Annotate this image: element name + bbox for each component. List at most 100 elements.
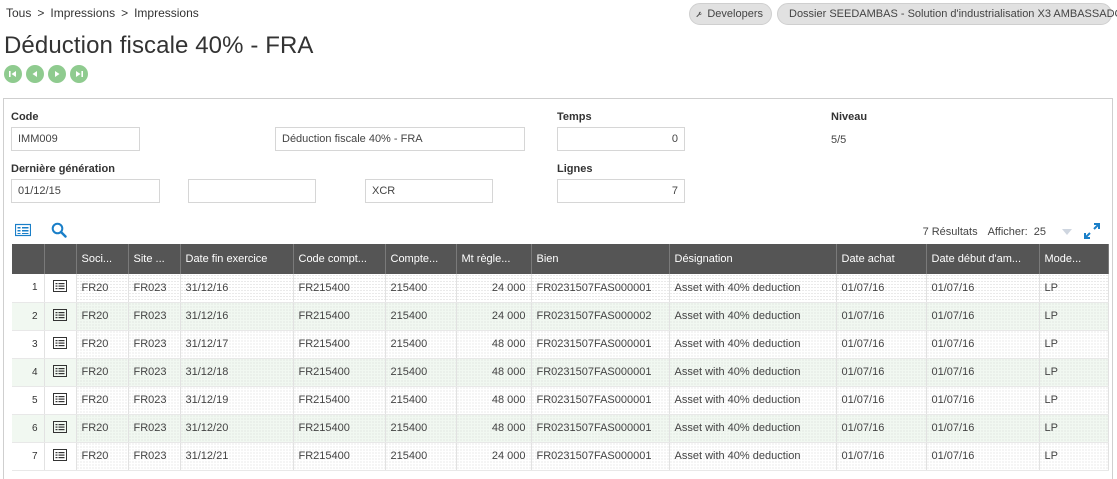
column-header-mt-reglement[interactable]: Mt règle... [456, 244, 532, 274]
cell-mt[interactable]: 48 000 [456, 386, 532, 415]
cell-bien[interactable]: FR0231507FAS000001 [531, 414, 670, 443]
cell-date-achat[interactable]: 01/07/16 [836, 442, 927, 471]
cell-date-achat[interactable]: 01/07/16 [836, 414, 927, 443]
cell-site[interactable]: FR023 [128, 302, 181, 331]
column-header-societe[interactable]: Soci... [76, 244, 129, 274]
cell-site[interactable]: FR023 [128, 330, 181, 359]
first-record-icon[interactable] [4, 65, 22, 83]
cell-soc[interactable]: FR20 [76, 442, 129, 471]
lignes-field[interactable]: 7 [557, 179, 685, 203]
cell-date-debut[interactable]: 01/07/16 [926, 386, 1040, 415]
cell-designation[interactable]: Asset with 40% deduction [669, 386, 837, 415]
next-record-icon[interactable] [48, 65, 66, 83]
column-header-code-comptable[interactable]: Code compt... [293, 244, 386, 274]
cell-code-compta[interactable]: FR215400 [293, 330, 386, 359]
cell-site[interactable]: FR023 [128, 414, 181, 443]
cell-date-debut[interactable]: 01/07/16 [926, 442, 1040, 471]
cell-designation[interactable]: Asset with 40% deduction [669, 358, 837, 387]
cell-code-compta[interactable]: FR215400 [293, 442, 386, 471]
cell-date-achat[interactable]: 01/07/16 [836, 302, 927, 331]
cell-bien[interactable]: FR0231507FAS000001 [531, 386, 670, 415]
cell-mt[interactable]: 24 000 [456, 442, 532, 471]
code-description-field[interactable]: Déduction fiscale 40% - FRA [275, 127, 525, 151]
user-field[interactable]: XCR [365, 179, 493, 203]
cell-soc[interactable]: FR20 [76, 330, 129, 359]
column-header-mode[interactable]: Mode... [1039, 244, 1109, 274]
derniere-generation-time-field[interactable] [188, 179, 316, 203]
column-header-compte[interactable]: Compte... [385, 244, 457, 274]
chevron-down-icon[interactable] [1062, 226, 1072, 238]
cell-date-fin[interactable]: 31/12/18 [180, 358, 294, 387]
temps-field[interactable]: 0 [557, 127, 685, 151]
row-detail-icon[interactable] [44, 274, 77, 303]
cell-site[interactable]: FR023 [128, 274, 181, 303]
row-detail-icon[interactable] [44, 414, 77, 443]
row-detail-icon[interactable] [44, 330, 77, 359]
cell-code-compta[interactable]: FR215400 [293, 358, 386, 387]
cell-mt[interactable]: 24 000 [456, 302, 532, 331]
cell-date-fin[interactable]: 31/12/17 [180, 330, 294, 359]
cell-mode[interactable]: LP [1039, 442, 1109, 471]
cell-mode[interactable]: LP [1039, 302, 1109, 331]
cell-mt[interactable]: 24 000 [456, 274, 532, 303]
table-row[interactable]: 3 FR20 FR023 31/12/17 FR215400 215400 48 000 FR… [12, 330, 1109, 359]
cell-mode[interactable]: LP [1039, 414, 1109, 443]
cell-compte[interactable]: 215400 [385, 386, 457, 415]
cell-date-achat[interactable]: 01/07/16 [836, 358, 927, 387]
cell-mt[interactable]: 48 000 [456, 330, 532, 359]
cell-bien[interactable]: FR0231507FAS000001 [531, 442, 670, 471]
column-header-site[interactable]: Site ... [128, 244, 181, 274]
cell-code-compta[interactable]: FR215400 [293, 386, 386, 415]
cell-mode[interactable]: LP [1039, 358, 1109, 387]
cell-date-fin[interactable]: 31/12/16 [180, 302, 294, 331]
table-row[interactable]: 5 FR20 FR023 31/12/19 FR215400 215400 48 000 FR… [12, 386, 1109, 415]
cell-site[interactable]: FR023 [128, 386, 181, 415]
search-icon[interactable] [51, 222, 67, 241]
row-detail-icon[interactable] [44, 386, 77, 415]
cell-soc[interactable]: FR20 [76, 302, 129, 331]
cell-compte[interactable]: 215400 [385, 330, 457, 359]
afficher-select[interactable]: 25 [1034, 226, 1046, 238]
cell-designation[interactable]: Asset with 40% deduction [669, 302, 837, 331]
cell-code-compta[interactable]: FR215400 [293, 414, 386, 443]
column-header-designation[interactable]: Désignation [669, 244, 837, 274]
table-row[interactable]: 1 FR20 FR023 31/12/16 FR215400 215400 24 000 FR… [12, 274, 1109, 303]
cell-site[interactable]: FR023 [128, 442, 181, 471]
cell-compte[interactable]: 215400 [385, 358, 457, 387]
cell-date-fin[interactable]: 31/12/19 [180, 386, 294, 415]
cell-date-debut[interactable]: 01/07/16 [926, 274, 1040, 303]
cell-soc[interactable]: FR20 [76, 358, 129, 387]
column-header-date-achat[interactable]: Date achat [836, 244, 927, 274]
row-detail-icon[interactable] [44, 442, 77, 471]
cell-bien[interactable]: FR0231507FAS000001 [531, 330, 670, 359]
column-header-date-fin-exercice[interactable]: Date fin exercice [180, 244, 294, 274]
cell-compte[interactable]: 215400 [385, 302, 457, 331]
cell-bien[interactable]: FR0231507FAS000002 [531, 302, 670, 331]
last-record-icon[interactable] [70, 65, 88, 83]
breadcrumb-item-impressions[interactable]: Impressions [50, 6, 115, 20]
cell-compte[interactable]: 215400 [385, 442, 457, 471]
cell-date-debut[interactable]: 01/07/16 [926, 358, 1040, 387]
table-row[interactable]: 2 FR20 FR023 31/12/16 FR215400 215400 24 000 FR… [12, 302, 1109, 331]
cell-designation[interactable]: Asset with 40% deduction [669, 414, 837, 443]
cell-bien[interactable]: FR0231507FAS000001 [531, 358, 670, 387]
cell-code-compta[interactable]: FR215400 [293, 274, 386, 303]
cell-date-achat[interactable]: 01/07/16 [836, 330, 927, 359]
cell-compte[interactable]: 215400 [385, 274, 457, 303]
code-field[interactable]: IMM009 [11, 127, 140, 151]
table-row[interactable]: 6 FR20 FR023 31/12/20 FR215400 215400 48 000 FR… [12, 414, 1109, 443]
cell-mode[interactable]: LP [1039, 386, 1109, 415]
cell-compte[interactable]: 215400 [385, 414, 457, 443]
cell-date-debut[interactable]: 01/07/16 [926, 330, 1040, 359]
cell-designation[interactable]: Asset with 40% deduction [669, 330, 837, 359]
cell-date-achat[interactable]: 01/07/16 [836, 274, 927, 303]
cell-date-fin[interactable]: 31/12/16 [180, 274, 294, 303]
cell-bien[interactable]: FR0231507FAS000001 [531, 274, 670, 303]
previous-record-icon[interactable] [26, 65, 44, 83]
cell-soc[interactable]: FR20 [76, 386, 129, 415]
cell-date-fin[interactable]: 31/12/21 [180, 442, 294, 471]
developers-button[interactable]: Developers [689, 3, 772, 25]
cell-date-debut[interactable]: 01/07/16 [926, 302, 1040, 331]
column-header-bien[interactable]: Bien [531, 244, 670, 274]
table-row[interactable]: 4 FR20 FR023 31/12/18 FR215400 215400 48 000 FR… [12, 358, 1109, 387]
